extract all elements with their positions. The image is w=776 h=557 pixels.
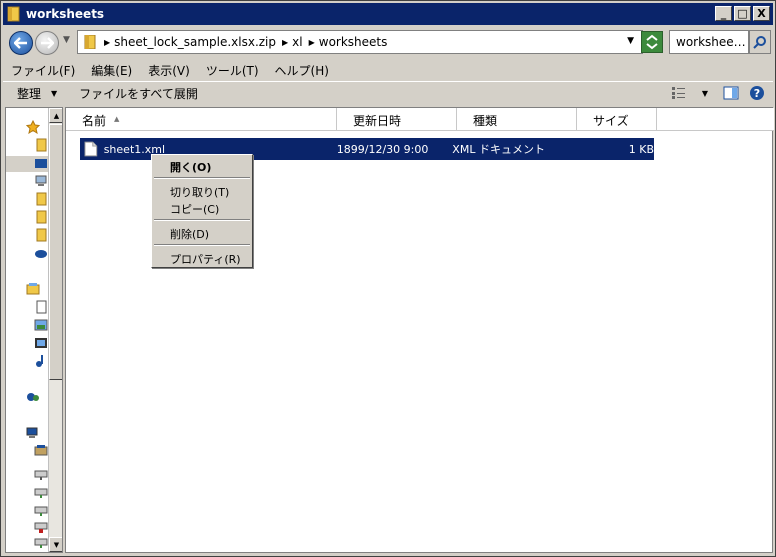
- menu-item-open[interactable]: 開く(O): [152, 157, 252, 174]
- refresh-icon: [646, 34, 658, 50]
- view-dropdown-button[interactable]: ▼: [695, 84, 715, 102]
- svg-text:?: ?: [754, 87, 760, 100]
- menu-separator: [154, 219, 250, 221]
- scroll-thumb[interactable]: [49, 124, 62, 380]
- folder-icon[interactable]: [34, 228, 48, 242]
- forward-arrow-icon: [41, 37, 54, 49]
- folder-icon[interactable]: [34, 210, 48, 224]
- address-row: ▼ ▶ sheet_lock_sample.xlsx.zip ▶ xl ▶ wo…: [3, 27, 773, 59]
- navigation-pane: ▲ ▼: [5, 107, 63, 553]
- menu-item-properties[interactable]: プロパティ(R): [152, 249, 252, 266]
- window-title: worksheets: [26, 7, 105, 21]
- computer-icon[interactable]: [34, 174, 48, 188]
- pictures-icon[interactable]: [34, 318, 48, 332]
- menu-bar: ファイル(F) 編集(E) 表示(V) ツール(T) ヘルプ(H): [3, 59, 773, 81]
- menu-tools[interactable]: ツール(T): [198, 62, 267, 79]
- chevron-down-icon: ▼: [701, 88, 709, 98]
- menu-file[interactable]: ファイル(F): [3, 62, 83, 79]
- column-header-label: 名前: [82, 114, 107, 128]
- documents-icon[interactable]: [34, 300, 48, 314]
- menu-view[interactable]: 表示(V): [140, 62, 198, 79]
- network-drive-icon[interactable]: [34, 504, 48, 518]
- computer-icon[interactable]: [26, 426, 40, 440]
- column-header-name[interactable]: 名前 ▲: [66, 108, 337, 131]
- maximize-button[interactable]: □: [734, 6, 751, 21]
- preview-pane-icon: [723, 86, 739, 100]
- local-disk-icon[interactable]: [34, 444, 48, 458]
- breadcrumb-arrow-icon[interactable]: ▶: [309, 38, 315, 47]
- organize-button[interactable]: 整理 ▼: [9, 85, 65, 102]
- explorer-window: worksheets _ □ X ▼ ▶ sheet_lock_sample.x…: [0, 0, 776, 557]
- file-size: 1 KB: [628, 142, 654, 156]
- breadcrumb-arrow-icon[interactable]: ▶: [104, 38, 110, 47]
- refresh-button[interactable]: [641, 31, 663, 53]
- search-input[interactable]: workshee…: [669, 30, 749, 54]
- folder-icon[interactable]: [34, 138, 48, 152]
- forward-button[interactable]: [35, 31, 59, 55]
- network-drive-icon[interactable]: [34, 468, 48, 482]
- desktop-icon[interactable]: [34, 157, 48, 171]
- column-header-row: 名前 ▲ 更新日時 種類 サイズ: [66, 108, 774, 131]
- favorites-star-icon[interactable]: [26, 120, 40, 134]
- title-bar[interactable]: worksheets _ □ X: [3, 3, 773, 25]
- menu-item-delete[interactable]: 削除(D): [152, 224, 252, 241]
- back-button[interactable]: [9, 31, 33, 55]
- music-icon[interactable]: [34, 354, 48, 368]
- view-list-icon: [672, 87, 685, 99]
- breadcrumb-segment[interactable]: xl: [292, 35, 302, 49]
- file-type: XML ドキュメント: [452, 143, 545, 156]
- column-header-modified[interactable]: 更新日時: [337, 108, 457, 131]
- arrow-down-icon: ▼: [53, 540, 60, 549]
- column-header-type[interactable]: 種類: [457, 108, 577, 131]
- breadcrumb-arrow-icon[interactable]: ▶: [282, 38, 288, 47]
- context-menu: 開く(O) 切り取り(T) コピー(C) 削除(D) プロパティ(R): [151, 154, 253, 268]
- command-bar: 整理 ▼ ファイルをすべて展開 ▼ ?: [3, 81, 773, 105]
- column-header-label: 種類: [473, 114, 498, 128]
- column-header-size[interactable]: サイズ: [577, 108, 657, 131]
- xml-file-icon: [84, 141, 98, 157]
- sort-ascending-icon: ▲: [114, 115, 120, 123]
- folder-icon[interactable]: [34, 192, 48, 206]
- column-header-label: 更新日時: [353, 114, 402, 128]
- scroll-down-button[interactable]: ▼: [49, 537, 62, 552]
- menu-help[interactable]: ヘルプ(H): [267, 62, 337, 79]
- chevron-down-icon[interactable]: ▼: [627, 36, 634, 46]
- breadcrumb-segment[interactable]: worksheets: [319, 35, 388, 49]
- preview-pane-button[interactable]: [721, 84, 741, 102]
- breadcrumb-segment[interactable]: sheet_lock_sample.xlsx.zip: [114, 35, 276, 49]
- minimize-button[interactable]: _: [715, 6, 732, 21]
- search-button[interactable]: [749, 30, 771, 54]
- folder-icon: [7, 6, 20, 22]
- network-drive-disconnected-icon[interactable]: [34, 520, 48, 534]
- view-options-button[interactable]: [669, 84, 689, 102]
- videos-icon[interactable]: [34, 336, 48, 350]
- menu-edit[interactable]: 編集(E): [83, 62, 140, 79]
- extract-all-button[interactable]: ファイルをすべて展開: [71, 85, 206, 102]
- help-icon: ?: [750, 86, 764, 100]
- close-button[interactable]: X: [753, 6, 770, 21]
- address-bar[interactable]: ▶ sheet_lock_sample.xlsx.zip ▶ xl ▶ work…: [77, 30, 643, 54]
- organize-label: 整理: [17, 87, 42, 101]
- nav-scrollbar[interactable]: ▲ ▼: [48, 108, 62, 552]
- history-dropdown-icon[interactable]: ▼: [63, 35, 70, 45]
- network-drive-icon[interactable]: [34, 536, 48, 550]
- arrow-up-icon: ▲: [53, 111, 60, 120]
- back-arrow-icon: [14, 37, 27, 49]
- file-modified: 1899/12/30 9:00: [336, 142, 429, 156]
- chevron-down-icon: ▼: [51, 89, 58, 98]
- menu-separator: [154, 177, 250, 179]
- menu-item-cut[interactable]: 切り取り(T): [152, 182, 252, 199]
- help-button[interactable]: ?: [747, 84, 767, 102]
- scroll-up-button[interactable]: ▲: [49, 108, 62, 123]
- homegroup-icon[interactable]: [26, 390, 40, 404]
- onedrive-icon[interactable]: [34, 246, 48, 260]
- search-icon: [753, 36, 766, 49]
- menu-item-copy[interactable]: コピー(C): [152, 199, 252, 216]
- folder-icon: [84, 35, 96, 49]
- column-header-label: サイズ: [593, 114, 629, 128]
- menu-separator: [154, 244, 250, 246]
- libraries-icon[interactable]: [26, 282, 40, 296]
- network-drive-icon[interactable]: [34, 486, 48, 500]
